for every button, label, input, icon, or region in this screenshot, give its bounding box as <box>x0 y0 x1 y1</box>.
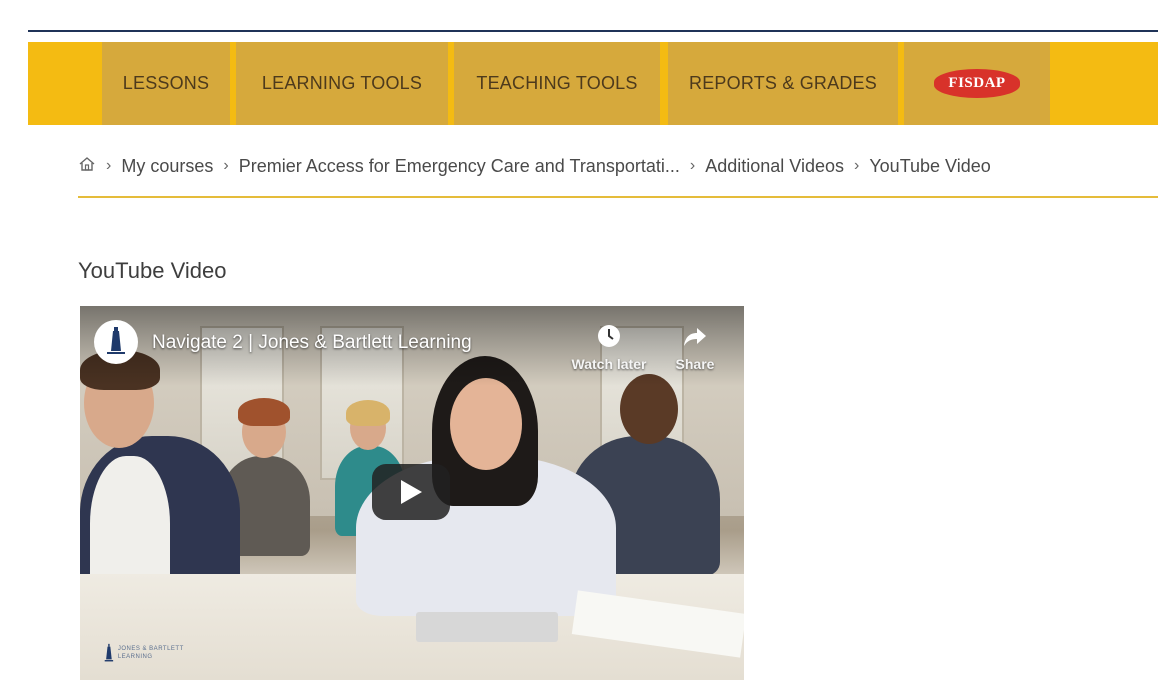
channel-avatar[interactable] <box>94 320 138 364</box>
share-label: Share <box>675 356 715 372</box>
thumbnail-student-hair <box>238 398 290 426</box>
page-title: YouTube Video <box>78 258 227 283</box>
play-icon <box>401 480 422 504</box>
video-title[interactable]: Navigate 2 | Jones & Bartlett Learning <box>152 332 472 354</box>
chevron-right-icon: › <box>853 157 860 174</box>
watch-later-label: Watch later <box>571 356 647 372</box>
thumbnail-student-hair <box>346 400 390 426</box>
breadcrumb: › My courses › Premier Access for Emerge… <box>78 153 991 179</box>
play-button[interactable] <box>372 464 450 520</box>
youtube-video-player[interactable]: Navigate 2 | Jones & Bartlett Learning W… <box>80 306 744 680</box>
watermark-text: JONES & BARTLETT LEARNING <box>117 646 184 660</box>
chevron-right-icon: › <box>689 157 696 174</box>
top-rule <box>28 30 1158 32</box>
share-button[interactable]: Share <box>650 322 740 372</box>
nav-lessons[interactable]: LESSONS <box>102 42 230 125</box>
clock-icon <box>598 325 620 347</box>
nav-teaching-tools[interactable]: TEACHING TOOLS <box>454 42 660 125</box>
breadcrumb-my-courses[interactable]: My courses <box>121 156 213 177</box>
share-icon <box>684 328 706 346</box>
nav-reports-grades[interactable]: REPORTS & GRADES <box>668 42 898 125</box>
thumbnail-tablet <box>416 612 558 642</box>
breadcrumb-divider <box>78 196 1158 198</box>
lighthouse-logo-icon <box>107 327 125 354</box>
breadcrumb-current: YouTube Video <box>869 155 991 176</box>
lighthouse-logo-icon <box>104 643 114 662</box>
jones-bartlett-watermark: JONES & BARTLETT LEARNING <box>104 636 190 670</box>
nav-fisdap[interactable]: FISDAP <box>904 42 1050 125</box>
fisdap-logo: FISDAP <box>934 69 1020 98</box>
breadcrumb-additional-videos[interactable]: Additional Videos <box>705 156 844 177</box>
main-navbar: LESSONS LEARNING TOOLS TEACHING TOOLS RE… <box>28 42 1158 125</box>
chevron-right-icon: › <box>106 157 112 174</box>
thumbnail-student-head <box>450 378 522 470</box>
watch-later-button[interactable]: Watch later <box>564 322 654 372</box>
home-icon[interactable] <box>78 155 96 178</box>
breadcrumb-course[interactable]: Premier Access for Emergency Care and Tr… <box>239 156 680 177</box>
chevron-right-icon: › <box>223 157 229 174</box>
nav-learning-tools[interactable]: LEARNING TOOLS <box>236 42 448 125</box>
